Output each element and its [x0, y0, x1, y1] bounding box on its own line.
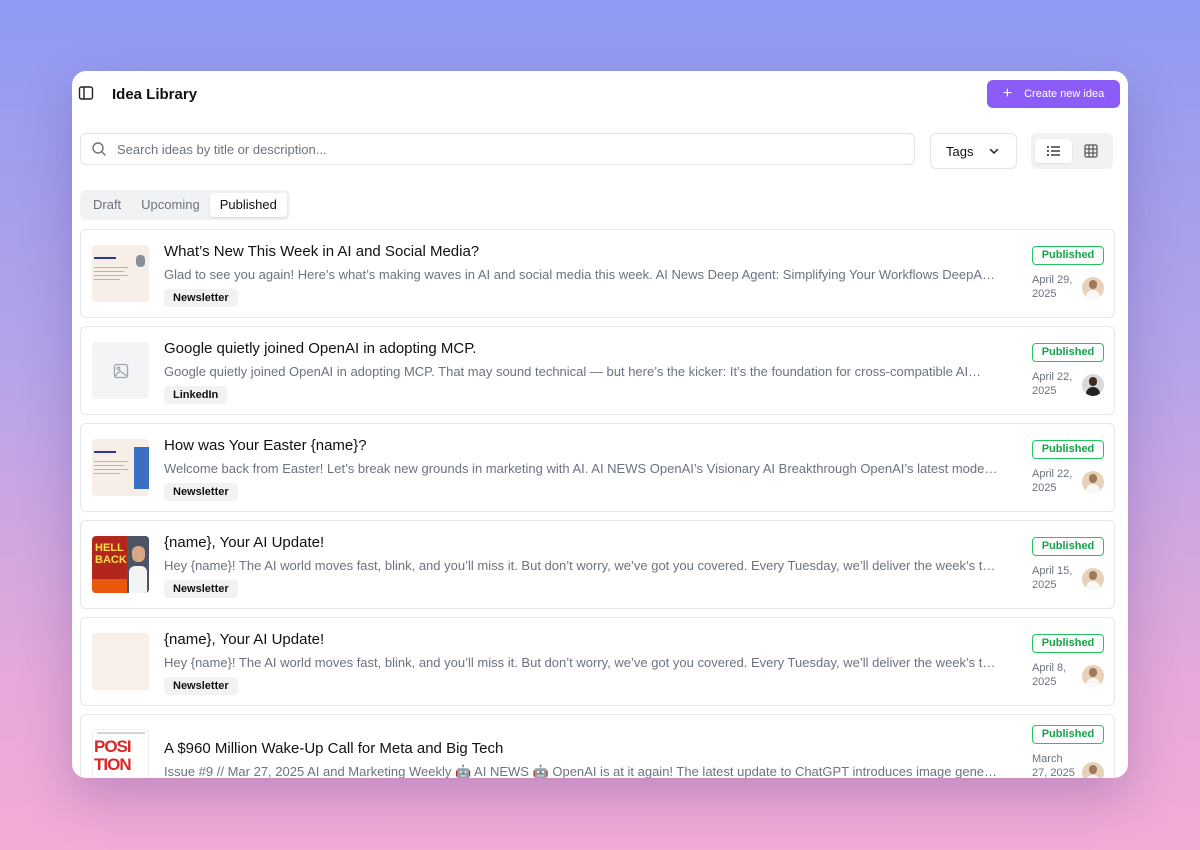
avatar [1082, 471, 1104, 493]
idea-thumbnail [92, 342, 149, 399]
image-placeholder-icon [113, 363, 128, 378]
idea-tag: LinkedIn [164, 386, 228, 404]
idea-thumbnail [92, 439, 149, 496]
idea-title: A $960 Million Wake-Up Call for Meta and… [164, 740, 504, 757]
idea-description: Hey {name}! The AI world moves fast, bli… [164, 558, 1000, 573]
avatar [1082, 374, 1104, 396]
search-icon [92, 142, 106, 156]
idea-thumbnail [92, 245, 149, 302]
search-box [80, 133, 915, 165]
status-badge: Published [1032, 343, 1104, 362]
idea-description: Google quietly joined OpenAI in adopting… [164, 364, 982, 379]
plus-icon: + [1002, 85, 1013, 102]
idea-card[interactable]: HELL BACK {name}, Your AI Update! Hey {n… [80, 520, 1115, 609]
create-new-idea-button[interactable]: + Create new idea [987, 80, 1120, 108]
page-title: Idea Library [112, 86, 198, 103]
tab-published[interactable]: Published [209, 193, 287, 217]
idea-title: {name}, Your AI Update! [164, 534, 325, 551]
avatar [1082, 568, 1104, 590]
idea-description: Glad to see you again! Here’s what’s mak… [164, 267, 1000, 282]
header: Idea Library + Create new idea [72, 71, 1128, 119]
idea-tag: Newsletter [164, 580, 238, 598]
chevron-down-icon [989, 148, 999, 154]
tags-label: Tags [946, 143, 974, 159]
view-toggle [1031, 133, 1113, 169]
status-tabs: Draft Upcoming Published [80, 190, 290, 220]
idea-card[interactable]: What’s New This Week in AI and Social Me… [80, 229, 1115, 318]
idea-thumbnail [92, 633, 149, 690]
create-new-idea-label: Create new idea [1024, 88, 1105, 100]
idea-date: April 15, 2025 [1032, 565, 1073, 591]
idea-description: Hey {name}! The AI world moves fast, bli… [164, 655, 1000, 670]
grid-icon [1083, 144, 1098, 158]
idea-tag: Newsletter [164, 483, 238, 501]
avatar [1082, 762, 1104, 778]
idea-date: April 22, 2025 [1032, 468, 1073, 494]
idea-tag: Newsletter [164, 677, 238, 695]
idea-card[interactable]: Google quietly joined OpenAI in adopting… [80, 326, 1115, 415]
idea-card[interactable]: POSI TION A $960 Million Wake-Up Call fo… [80, 714, 1115, 778]
status-badge: Published [1032, 440, 1104, 459]
idea-title: Google quietly joined OpenAI in adopting… [164, 340, 477, 357]
idea-date: March 27, 2025 [1032, 753, 1075, 778]
status-badge: Published [1032, 725, 1104, 744]
idea-thumbnail: HELL BACK [92, 536, 149, 593]
idea-description: Issue #9 // Mar 27, 2025 AI and Marketin… [164, 764, 1000, 778]
avatar [1082, 277, 1104, 299]
idea-tag: Newsletter [164, 289, 238, 307]
avatar [1082, 665, 1104, 687]
grid-view-button[interactable] [1072, 139, 1109, 163]
sidebar-toggle-icon[interactable] [78, 85, 94, 101]
idea-thumbnail: POSI TION [92, 729, 149, 778]
search-input[interactable] [117, 141, 914, 157]
idea-title: {name}, Your AI Update! [164, 631, 325, 648]
idea-title: How was Your Easter {name}? [164, 437, 367, 454]
idea-card[interactable]: {name}, Your AI Update! Hey {name}! The … [80, 617, 1115, 706]
idea-title: What’s New This Week in AI and Social Me… [164, 243, 480, 260]
tab-draft[interactable]: Draft [83, 193, 131, 217]
status-badge: Published [1032, 634, 1104, 653]
idea-card[interactable]: How was Your Easter {name}? Welcome back… [80, 423, 1115, 512]
idea-date: April 8, 2025 [1032, 662, 1067, 688]
thumbnail-text: HELL BACK [95, 542, 127, 566]
idea-description: Welcome back from Easter! Let’s break ne… [164, 461, 1000, 476]
app-window: Idea Library + Create new idea Tags [72, 71, 1128, 778]
idea-date: April 29, 2025 [1032, 274, 1073, 300]
tags-dropdown[interactable]: Tags [930, 133, 1017, 169]
list-icon [1046, 146, 1060, 156]
idea-date: April 22, 2025 [1032, 371, 1073, 397]
status-badge: Published [1032, 246, 1104, 265]
status-badge: Published [1032, 537, 1104, 556]
thumbnail-text: POSI TION [94, 737, 132, 774]
tab-upcoming[interactable]: Upcoming [131, 193, 210, 217]
list-view-button[interactable] [1035, 139, 1072, 163]
